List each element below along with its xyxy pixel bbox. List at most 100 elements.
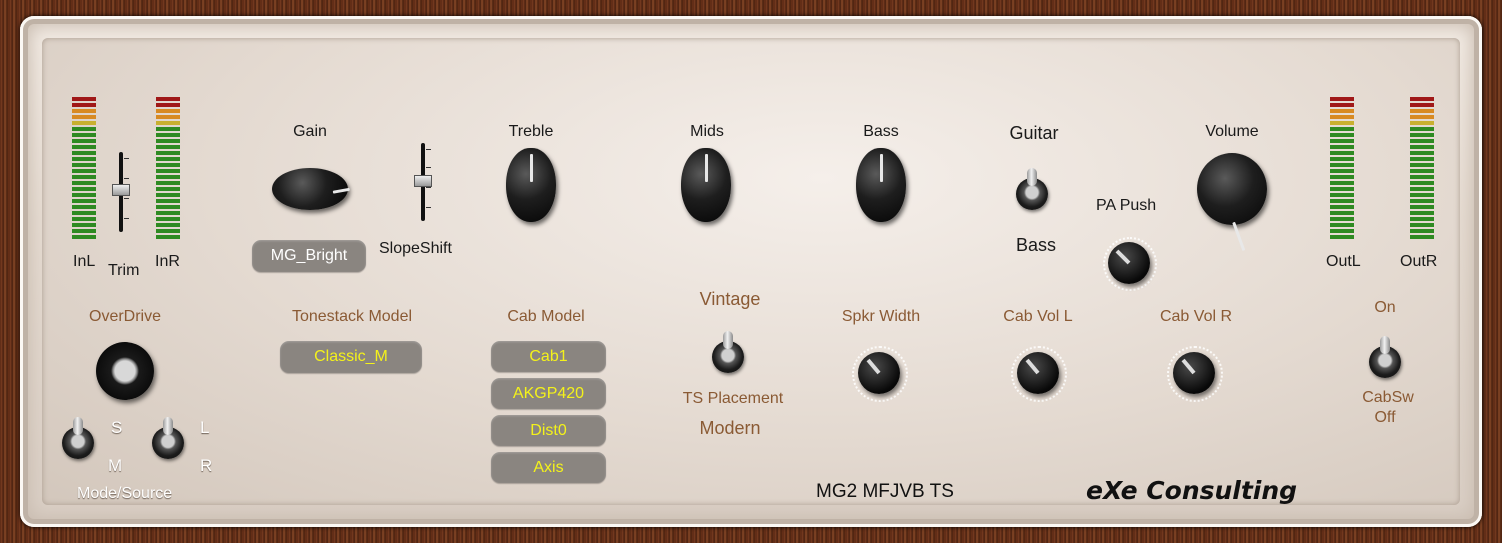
meter-segment — [1410, 217, 1434, 221]
input-right-meter — [156, 97, 180, 239]
meter-segment — [1330, 193, 1354, 197]
meter-segment — [1330, 97, 1354, 101]
treble-knob-pointer — [529, 153, 533, 183]
meter-segment — [1410, 115, 1434, 119]
meter-segment — [72, 235, 96, 239]
bass-knob[interactable] — [856, 148, 906, 222]
meter-segment — [1330, 175, 1354, 179]
tonestack-model-select[interactable]: Classic_M — [280, 341, 422, 373]
meter-segment — [156, 133, 180, 137]
cab-option-button[interactable]: Axis — [491, 452, 606, 483]
meter-segment — [72, 229, 96, 233]
volume-knob[interactable] — [1197, 153, 1267, 252]
meter-segment — [156, 205, 180, 209]
bass-knob-pointer — [879, 153, 883, 183]
meter-segment — [156, 121, 180, 125]
overdrive-l-label: L — [200, 418, 210, 437]
overdrive-sm-toggle[interactable] — [62, 417, 94, 459]
meter-segment — [1330, 115, 1354, 119]
meter-segment — [1410, 121, 1434, 125]
output-left-meter — [1330, 97, 1354, 239]
slopeshift-slider-thumb[interactable] — [414, 175, 432, 187]
tick-mark — [426, 167, 431, 168]
pa-push-knob[interactable] — [1108, 242, 1150, 284]
meter-segment — [72, 103, 96, 107]
guitar-bass-toggle[interactable] — [1016, 168, 1048, 210]
meter-segment — [72, 175, 96, 179]
trim-slider-thumb[interactable] — [112, 184, 130, 196]
tick-mark — [426, 207, 431, 208]
meter-segment — [72, 193, 96, 197]
guitar-label: Guitar — [1009, 123, 1059, 143]
slopeshift-slider[interactable] — [414, 143, 432, 221]
meter-segment — [1330, 139, 1354, 143]
treble-knob[interactable] — [506, 148, 556, 222]
meter-segment — [156, 175, 180, 179]
ts-placement-toggle[interactable] — [712, 331, 744, 373]
meter-segment — [156, 211, 180, 215]
meter-segment — [72, 133, 96, 137]
input-left-label: InL — [73, 253, 96, 270]
volume-label: Volume — [1205, 123, 1259, 140]
input-right-label: InR — [155, 253, 180, 270]
meter-segment — [72, 127, 96, 131]
cab-vol-r-knob[interactable] — [1173, 352, 1215, 394]
tick-mark — [124, 198, 129, 199]
cab-vol-r-label: Cab Vol R — [1159, 308, 1233, 325]
meter-segment — [72, 187, 96, 191]
meter-segment — [156, 103, 180, 107]
gain-knob[interactable] — [272, 168, 350, 210]
bass-mode-label: Bass — [1015, 235, 1057, 255]
meter-segment — [72, 205, 96, 209]
meter-segment — [1330, 109, 1354, 113]
cab-option-button[interactable]: AKGP420 — [491, 378, 606, 409]
meter-segment — [156, 193, 180, 197]
tonestack-model-label: Tonestack Model — [291, 308, 413, 325]
meter-segment — [1330, 121, 1354, 125]
meter-segment — [1410, 199, 1434, 203]
gain-mode-button[interactable]: MG_Bright — [252, 240, 366, 272]
overdrive-lr-toggle[interactable] — [152, 417, 184, 459]
meter-segment — [1330, 217, 1354, 221]
model-name: MG2 MFJVB TS — [816, 481, 954, 502]
meter-segment — [156, 127, 180, 131]
treble-label: Treble — [508, 123, 554, 140]
cab-switch-on-label: On — [1374, 299, 1396, 316]
meter-segment — [156, 145, 180, 149]
overdrive-r-label: R — [200, 456, 213, 475]
meter-segment — [1330, 145, 1354, 149]
meter-segment — [1410, 103, 1434, 107]
meter-segment — [156, 109, 180, 113]
meter-segment — [1410, 205, 1434, 209]
overdrive-knob[interactable] — [96, 342, 154, 400]
meter-segment — [1410, 169, 1434, 173]
meter-segment — [1330, 151, 1354, 155]
meter-segment — [1410, 187, 1434, 191]
cab-option-button[interactable]: Cab1 — [491, 341, 606, 372]
meter-segment — [72, 169, 96, 173]
brand-logo-text: eXe Consulting — [1086, 476, 1298, 505]
bass-label: Bass — [863, 123, 899, 140]
meter-segment — [72, 121, 96, 125]
spkr-width-knob[interactable] — [858, 352, 900, 394]
mids-knob-pointer — [704, 153, 708, 183]
mids-knob[interactable] — [681, 148, 731, 222]
meter-segment — [156, 169, 180, 173]
meter-segment — [1410, 133, 1434, 137]
mids-label: Mids — [690, 123, 724, 140]
ts-placement-label: TS Placement — [682, 390, 784, 407]
pa-push-label: PA Push — [1096, 197, 1157, 214]
cab-vol-l-knob[interactable] — [1017, 352, 1059, 394]
cab-vol-r-knob-pointer — [1181, 358, 1196, 375]
meter-segment — [72, 157, 96, 161]
meter-segment — [1410, 235, 1434, 239]
cab-option-button[interactable]: Dist0 — [491, 415, 606, 446]
meter-segment — [72, 115, 96, 119]
meter-segment — [1410, 175, 1434, 179]
meter-segment — [72, 139, 96, 143]
meter-segment — [1330, 169, 1354, 173]
trim-slider[interactable] — [112, 152, 130, 232]
meter-segment — [1330, 163, 1354, 167]
cab-switch-toggle[interactable] — [1369, 336, 1401, 378]
meter-segment — [1410, 163, 1434, 167]
